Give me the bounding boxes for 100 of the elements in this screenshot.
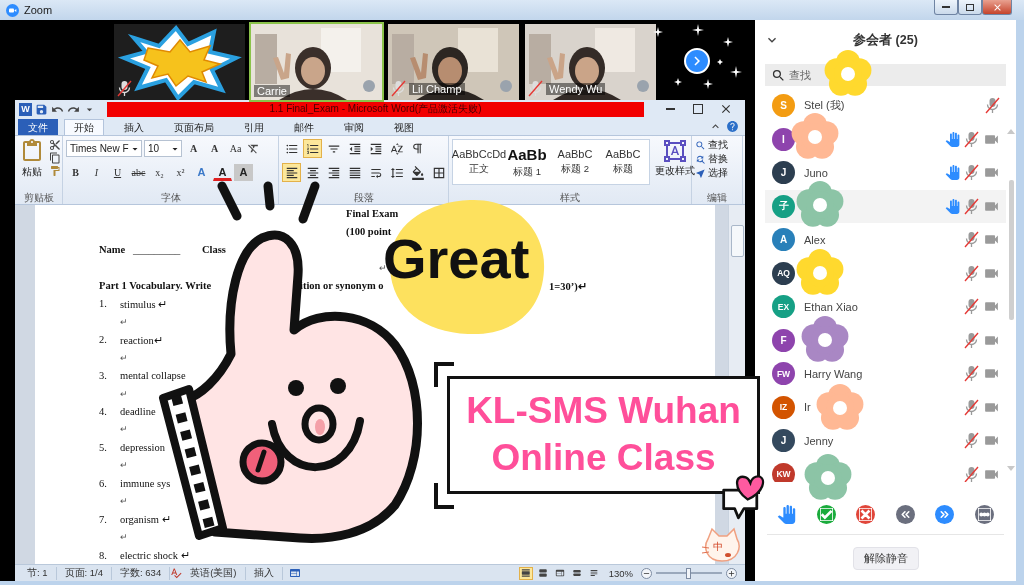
italic-button[interactable]: I xyxy=(87,163,106,182)
styles-icon xyxy=(663,139,687,163)
ime-indicator: 中 xyxy=(713,541,723,552)
view-icon xyxy=(537,568,548,578)
participant-name: Wendy Wu xyxy=(546,82,606,95)
rewind-icon[interactable] xyxy=(895,505,915,524)
avatar: KW xyxy=(772,462,795,482)
ribbon-tab[interactable]: 邮件 xyxy=(284,119,324,135)
numbered-list-button[interactable] xyxy=(303,139,322,158)
view-icon xyxy=(588,568,599,578)
participant-row[interactable]: FW Harry Wang xyxy=(765,357,1006,391)
ribbon-tab[interactable]: 审阅 xyxy=(334,119,374,135)
shrink-font-button[interactable]: A xyxy=(205,139,224,158)
search-icon xyxy=(771,68,786,83)
participant-row[interactable]: EX Ethan Xiao xyxy=(765,290,1006,324)
vocabulary-word: mental collapse xyxy=(120,370,186,382)
participant-name: Carrie xyxy=(254,85,290,97)
video-tile[interactable]: Lil Champ xyxy=(386,22,521,102)
document-title-text: 1.1 Final_Exam - Microsoft Word(产品激活失败) xyxy=(269,102,482,116)
more-icon[interactable] xyxy=(974,505,994,524)
ribbon-tab[interactable]: 页面布局 xyxy=(164,119,224,135)
instruction-text: 1=30’)↵ xyxy=(549,279,587,292)
slider-thumb[interactable] xyxy=(686,567,691,579)
status-item[interactable]: 英语(美国) xyxy=(182,566,246,580)
participant-row[interactable]: J Jenny xyxy=(765,424,1006,458)
scroll-thumb[interactable] xyxy=(1008,180,1014,320)
ribbon-tab[interactable]: 插入 xyxy=(114,119,154,135)
minimize-button[interactable] xyxy=(934,0,958,15)
status-item[interactable]: 节: 1 xyxy=(19,566,57,580)
participant-name: Jenny xyxy=(804,434,834,447)
video-tile[interactable]: Carrie xyxy=(249,22,384,102)
close-icon[interactable] xyxy=(856,505,876,524)
view-button[interactable] xyxy=(518,566,533,580)
maximize-icon xyxy=(693,104,703,114)
cut-icon[interactable] xyxy=(49,139,61,151)
status-item[interactable]: 插入 xyxy=(245,566,283,580)
participant-name: Juno xyxy=(804,166,828,179)
justify-icon xyxy=(347,165,362,180)
paste-button[interactable]: 粘贴 xyxy=(18,139,46,192)
forward-icon[interactable] xyxy=(935,505,955,524)
avatar: 子 xyxy=(772,194,795,218)
participant-name: Harry Wang xyxy=(804,367,863,380)
char-shading-button[interactable]: A xyxy=(234,164,253,181)
participant-name: Stel (我) xyxy=(804,98,845,114)
view-icon xyxy=(520,568,531,578)
participant-row[interactable]: J Juno xyxy=(765,156,1006,190)
style-option[interactable]: AaBbC 标题 xyxy=(599,142,647,182)
sort-icon xyxy=(389,141,404,156)
style-option[interactable]: AaBbC 标题 2 xyxy=(551,142,599,182)
group-label: 字体 xyxy=(160,192,181,204)
clear-format-icon[interactable] xyxy=(247,142,260,155)
ribbon-tab[interactable]: 开始 xyxy=(64,119,104,135)
avatar: F xyxy=(772,328,795,352)
status-item[interactable]: 页面: 1/4 xyxy=(56,566,113,580)
font-name-field[interactable]: Times New F xyxy=(66,140,142,157)
participant-row[interactable]: A Alex xyxy=(765,223,1006,257)
avatar: FW xyxy=(772,362,795,386)
replace-button[interactable]: 替换 xyxy=(695,153,739,166)
participant-name: Ir xyxy=(804,401,811,414)
change-styles-button[interactable]: 更改样式 xyxy=(653,139,697,192)
unmute-all-button[interactable]: 解除静音 xyxy=(852,546,919,570)
align-left-button[interactable] xyxy=(282,163,301,182)
superscript-button[interactable]: x² xyxy=(171,163,190,182)
select-button[interactable]: 选择 xyxy=(695,167,739,180)
maximize-button[interactable] xyxy=(691,102,705,116)
maximize-icon xyxy=(966,3,974,11)
raise-hand-icon[interactable] xyxy=(777,505,796,524)
macro-icon[interactable] xyxy=(288,567,301,579)
save-icon[interactable] xyxy=(35,102,48,116)
ribbon-tab[interactable]: 视图 xyxy=(384,119,424,135)
zoom-in-button[interactable] xyxy=(726,567,737,579)
change-case-button[interactable]: Aa xyxy=(226,139,245,158)
avatar: A xyxy=(772,228,795,252)
zoom-out-button[interactable] xyxy=(641,567,652,579)
next-page-button[interactable] xyxy=(684,48,710,74)
strikethrough-button[interactable]: abc xyxy=(129,163,148,182)
bold-button[interactable]: B xyxy=(66,163,85,182)
zoom-level: 130% xyxy=(607,567,634,579)
check-icon[interactable] xyxy=(816,505,836,524)
video-tile[interactable]: Wendy Wu xyxy=(523,22,658,102)
cat-sticker xyxy=(702,528,740,562)
spellcheck-icon[interactable] xyxy=(170,567,183,579)
paragraph-mark: ↵ xyxy=(120,352,128,363)
close-button[interactable] xyxy=(719,102,733,116)
status-item[interactable]: 字数: 634 xyxy=(112,566,171,580)
item-number: 4. xyxy=(99,405,107,417)
panel-title: 参会者 (25) xyxy=(853,31,918,49)
grow-font-button[interactable]: A xyxy=(184,139,203,158)
maximize-button[interactable] xyxy=(958,0,982,15)
underline-button[interactable]: U xyxy=(108,163,127,182)
find-button[interactable]: 查找 xyxy=(695,139,739,152)
ribbon-tab[interactable]: 引用 xyxy=(234,119,274,135)
font-size-field[interactable]: 10 xyxy=(144,140,182,157)
copy-icon[interactable] xyxy=(49,152,61,164)
file-tab[interactable]: 文件 xyxy=(18,119,58,135)
subscript-button[interactable]: x₂ xyxy=(150,163,169,182)
field-label: Name xyxy=(99,244,126,256)
text-effect-button[interactable]: A xyxy=(192,164,211,181)
help-icon[interactable] xyxy=(726,120,739,133)
avatar: J xyxy=(772,161,795,185)
